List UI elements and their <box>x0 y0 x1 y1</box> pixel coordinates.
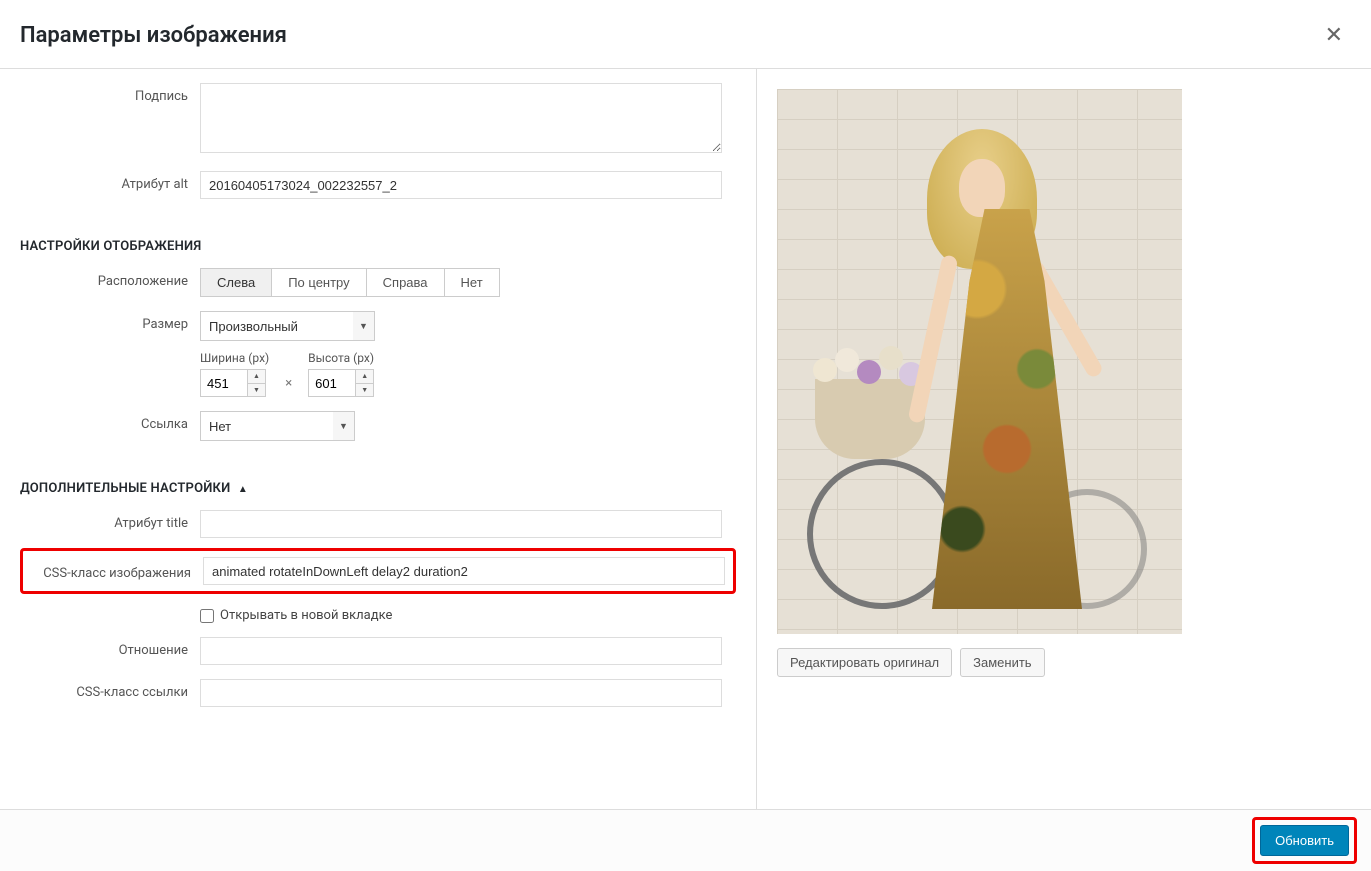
update-button-highlighted: Обновить <box>1252 817 1357 864</box>
css-class-input[interactable] <box>203 557 725 585</box>
caption-input[interactable] <box>200 83 722 153</box>
preview-actions: Редактировать оригинал Заменить <box>777 648 1351 677</box>
edit-original-button[interactable]: Редактировать оригинал <box>777 648 952 677</box>
align-button-group: Слева По центру Справа Нет <box>200 268 500 297</box>
title-attr-row: Атрибут title <box>20 510 736 538</box>
height-spinner[interactable]: ▲▼ <box>356 369 374 397</box>
size-select[interactable]: Произвольный <box>200 311 375 341</box>
caption-label: Подпись <box>20 83 200 104</box>
advanced-section-title: ДОПОЛНИТЕЛЬНЫЕ НАСТРОЙКИ <box>20 481 230 496</box>
dialog-footer: Обновить <box>0 809 1371 871</box>
link-row: Ссылка Нет ▼ <box>20 411 736 441</box>
image-details-dialog: Параметры изображения ✕ Подпись Атрибут … <box>0 0 1371 871</box>
link-css-input[interactable] <box>200 679 722 707</box>
align-label: Расположение <box>20 268 200 289</box>
align-row: Расположение Слева По центру Справа Нет <box>20 268 736 297</box>
dialog-header: Параметры изображения ✕ <box>0 0 1371 69</box>
close-icon: ✕ <box>1325 22 1343 47</box>
image-preview <box>777 89 1182 634</box>
dialog-title: Параметры изображения <box>20 23 287 48</box>
multiply-symbol: × <box>283 376 294 397</box>
caret-up-icon: ▲ <box>238 484 248 495</box>
height-label: Высота (px) <box>308 351 374 365</box>
width-label: Ширина (px) <box>200 351 269 365</box>
caret-up-icon: ▲ <box>248 370 265 384</box>
new-tab-checkbox[interactable] <box>200 609 214 623</box>
link-css-label: CSS-класс ссылки <box>20 679 200 700</box>
bicycle-wheel <box>807 459 957 609</box>
update-button[interactable]: Обновить <box>1260 825 1349 856</box>
caret-down-icon: ▼ <box>248 384 265 397</box>
size-label: Размер <box>20 311 200 332</box>
figure-face <box>959 159 1005 217</box>
link-css-row: CSS-класс ссылки <box>20 679 736 707</box>
caret-down-icon: ▼ <box>356 384 373 397</box>
rel-row: Отношение <box>20 637 736 665</box>
css-class-label: CSS-класс изображения <box>23 562 203 581</box>
settings-panel: Подпись Атрибут alt НАСТРОЙКИ ОТОБРАЖЕНИ… <box>0 69 757 819</box>
new-tab-label: Открывать в новой вкладке <box>220 608 392 623</box>
close-button[interactable]: ✕ <box>1317 18 1351 52</box>
dimensions-row: Ширина (px) ▲▼ × Высота (px) ▲▼ <box>200 351 736 397</box>
size-row: Размер Произвольный ▼ Ширина (px) <box>20 311 736 397</box>
replace-button[interactable]: Заменить <box>960 648 1044 677</box>
display-section-title: НАСТРОЙКИ ОТОБРАЖЕНИЯ <box>20 239 736 254</box>
alt-label: Атрибут alt <box>20 171 200 192</box>
rel-label: Отношение <box>20 637 200 658</box>
new-tab-row: Открывать в новой вкладке <box>20 608 736 623</box>
height-input[interactable] <box>308 369 356 397</box>
caret-up-icon: ▲ <box>356 370 373 384</box>
link-label: Ссылка <box>20 411 200 432</box>
align-center-button[interactable]: По центру <box>271 268 366 297</box>
width-spinner[interactable]: ▲▼ <box>248 369 266 397</box>
css-class-row-highlighted: CSS-класс изображения <box>20 548 736 594</box>
title-attr-input[interactable] <box>200 510 722 538</box>
rel-input[interactable] <box>200 637 722 665</box>
align-none-button[interactable]: Нет <box>444 268 500 297</box>
preview-panel: Редактировать оригинал Заменить <box>757 69 1371 819</box>
link-select[interactable]: Нет <box>200 411 355 441</box>
align-right-button[interactable]: Справа <box>366 268 445 297</box>
dialog-body: Подпись Атрибут alt НАСТРОЙКИ ОТОБРАЖЕНИ… <box>0 69 1371 819</box>
title-attr-label: Атрибут title <box>20 510 200 531</box>
alt-input[interactable] <box>200 171 722 199</box>
width-input[interactable] <box>200 369 248 397</box>
caption-row: Подпись <box>20 83 736 157</box>
alt-row: Атрибут alt <box>20 171 736 199</box>
advanced-section-toggle[interactable]: ДОПОЛНИТЕЛЬНЫЕ НАСТРОЙКИ ▲ <box>20 481 736 496</box>
align-left-button[interactable]: Слева <box>200 268 272 297</box>
